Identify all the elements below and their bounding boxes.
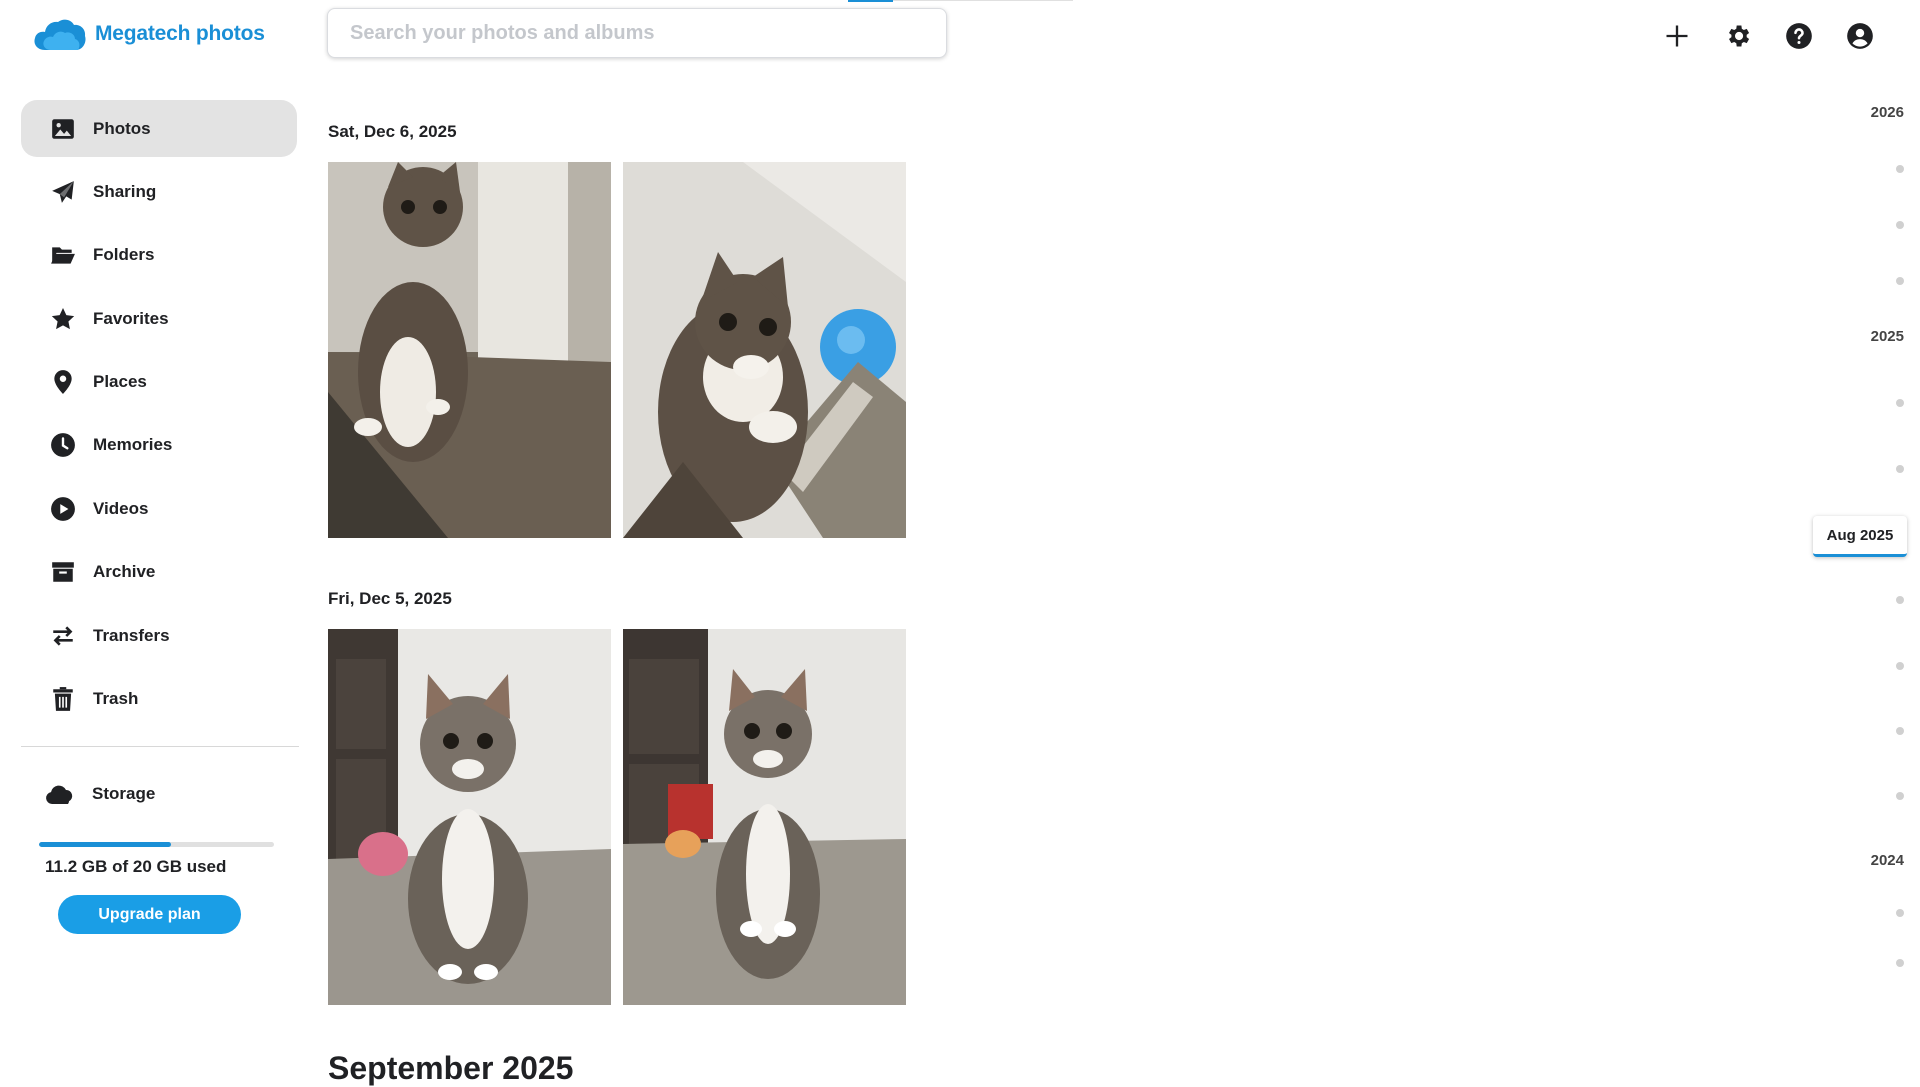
cat-photo-image <box>623 629 906 1005</box>
account-icon <box>1846 23 1873 49</box>
header-actions <box>1646 14 1920 58</box>
sidebar-item-label: Sharing <box>93 181 157 201</box>
star-icon <box>49 305 77 333</box>
map-pin-icon <box>49 368 77 396</box>
top-divider-line <box>893 0 1073 1</box>
timeline-dot[interactable] <box>1896 792 1904 800</box>
storage-usage-text: 11.2 GB of 20 GB used <box>45 857 227 876</box>
sidebar-item-archive[interactable]: Archive <box>21 544 297 601</box>
account-button[interactable] <box>1829 14 1890 58</box>
cat-photo-image <box>623 162 906 538</box>
app-name: Megatech photos <box>95 22 265 45</box>
timeline-dot[interactable] <box>1896 596 1904 604</box>
sidebar-item-label: Folders <box>93 245 155 265</box>
sidebar-item-label: Transfers <box>93 625 170 645</box>
send-icon <box>49 178 77 206</box>
timeline-dot[interactable] <box>1896 465 1904 473</box>
sidebar-item-label: Photos <box>93 118 151 138</box>
cloud-logo-icon <box>34 19 86 50</box>
timeline-dot[interactable] <box>1896 399 1904 407</box>
sidebar-nav: Photos Sharing Folders Favorites Places … <box>21 100 297 734</box>
timeline-year-label[interactable]: 2026 <box>1871 104 1904 121</box>
sidebar-item-label: Favorites <box>93 308 169 328</box>
sidebar-item-label: Places <box>93 372 147 392</box>
date-group-heading: Fri, Dec 5, 2025 <box>328 589 452 608</box>
storage-link[interactable]: Storage <box>44 780 155 808</box>
sidebar-item-places[interactable]: Places <box>21 354 297 411</box>
sidebar-item-photos[interactable]: Photos <box>21 100 297 157</box>
photo-thumbnail[interactable] <box>328 629 611 1005</box>
top-accent-line <box>848 0 893 2</box>
sidebar-item-sharing[interactable]: Sharing <box>21 163 297 220</box>
clock-icon <box>49 431 77 459</box>
photo-thumbnail[interactable] <box>623 162 906 538</box>
storage-progress-bar <box>39 842 274 847</box>
sidebar-item-videos[interactable]: Videos <box>21 480 297 537</box>
sidebar-item-label: Memories <box>93 435 173 455</box>
search-input[interactable] <box>348 20 926 46</box>
cloud-icon <box>44 780 76 808</box>
photo-thumbnail[interactable] <box>623 629 906 1005</box>
sidebar-item-folders[interactable]: Folders <box>21 227 297 284</box>
archive-box-icon <box>49 558 77 586</box>
sidebar-item-label: Archive <box>93 562 156 582</box>
timeline-dot[interactable] <box>1896 165 1904 173</box>
storage-label: Storage <box>92 784 156 803</box>
timeline-dot[interactable] <box>1896 959 1904 967</box>
date-group-heading: Sat, Dec 6, 2025 <box>328 122 457 141</box>
help-icon <box>1785 23 1812 49</box>
trash-icon <box>49 685 77 713</box>
settings-button[interactable] <box>1707 14 1768 58</box>
gear-icon <box>1728 25 1749 47</box>
sidebar-item-favorites[interactable]: Favorites <box>21 290 297 347</box>
sidebar-divider <box>21 746 299 747</box>
timeline-dot[interactable] <box>1896 727 1904 735</box>
cat-photo-image <box>328 162 611 538</box>
help-button[interactable] <box>1768 14 1829 58</box>
sidebar-item-label: Trash <box>93 689 139 709</box>
upgrade-plan-button[interactable]: Upgrade plan <box>58 895 241 934</box>
add-icon <box>1666 25 1687 47</box>
add-button[interactable] <box>1646 14 1707 58</box>
play-circle-icon <box>49 495 77 523</box>
storage-progress-fill <box>39 842 171 847</box>
sidebar-item-label: Videos <box>93 498 149 518</box>
sidebar-item-trash[interactable]: Trash <box>21 671 297 728</box>
cat-photo-image <box>328 629 611 1005</box>
sidebar-item-memories[interactable]: Memories <box>21 417 297 474</box>
timeline-dot[interactable] <box>1896 221 1904 229</box>
sidebar-item-transfers[interactable]: Transfers <box>21 607 297 664</box>
app-logo[interactable]: Megatech photos <box>33 16 265 52</box>
timeline-year-label[interactable]: 2025 <box>1871 328 1904 345</box>
timeline-current-month[interactable]: Aug 2025 <box>1813 516 1907 557</box>
timeline-dot[interactable] <box>1896 662 1904 670</box>
timeline-dot[interactable] <box>1896 277 1904 285</box>
search-box[interactable] <box>327 8 947 58</box>
swap-arrows-icon <box>49 622 77 650</box>
folder-open-icon <box>49 241 77 269</box>
month-section-heading: September 2025 <box>328 1050 574 1086</box>
photo-thumbnail[interactable] <box>328 162 611 538</box>
photo-icon <box>49 115 77 143</box>
timeline-dot[interactable] <box>1896 909 1904 917</box>
timeline-year-label[interactable]: 2024 <box>1871 852 1904 869</box>
